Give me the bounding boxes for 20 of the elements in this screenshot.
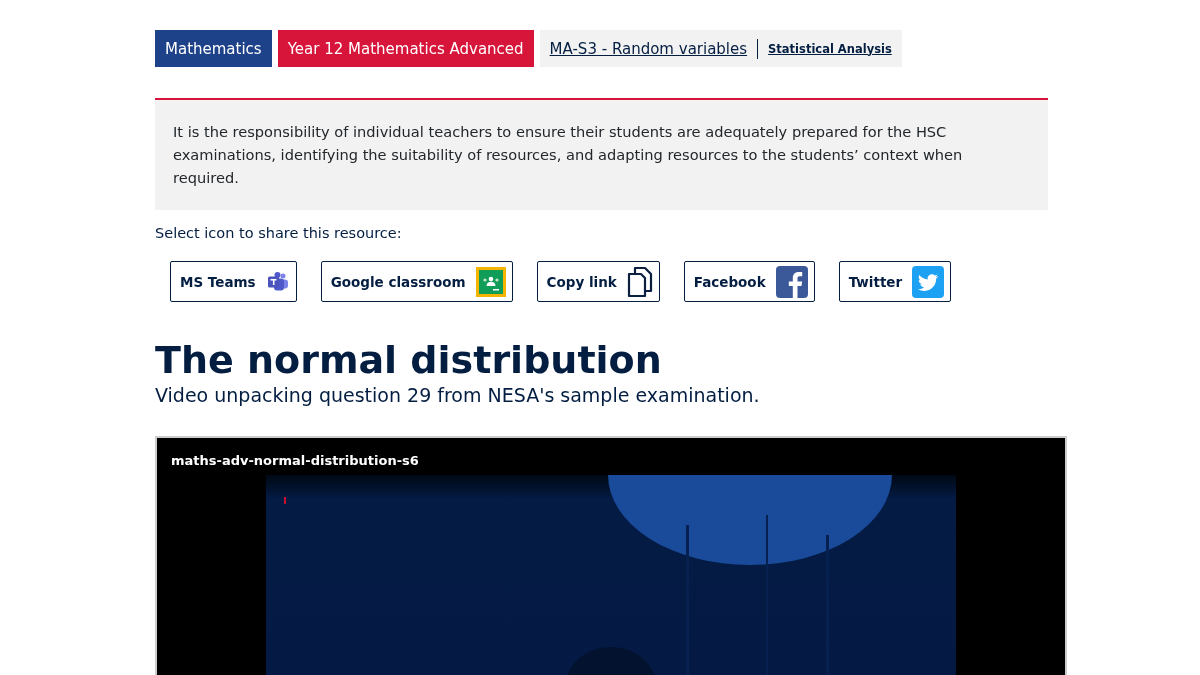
video-title: maths-adv-normal-distribution-s6 (170, 452, 419, 470)
classroom-icon (475, 266, 506, 297)
share-button[interactable]: Twitter (838, 261, 952, 302)
page-subtitle: Video unpacking question 29 from NESA's sample examination. (155, 383, 761, 408)
share-button[interactable]: Facebook (683, 261, 815, 302)
share-button[interactable]: Copy link (536, 261, 660, 302)
topic-link[interactable]: MA-S3 - Random variables (549, 39, 748, 58)
page-heading: The normal distribution (155, 338, 663, 382)
share-button[interactable]: Google classroom (320, 261, 513, 302)
notice-text: It is the responsibility of individual teachers to ensure their students are adequately prepared for the HSC examinations, identifying the suitability of resources, and adapting resources to the students’ context when required. (155, 100, 1048, 210)
subject-link[interactable]: Mathematics (155, 30, 272, 67)
teams-icon (265, 269, 290, 294)
facebook-icon (775, 265, 808, 298)
share-button[interactable]: MS Teams (170, 261, 297, 302)
copy-icon (626, 265, 653, 298)
subtopic-link[interactable]: Statistical Analysis (768, 41, 892, 56)
video-player[interactable]: maths-adv-normal-distribution-s6 (155, 436, 1067, 675)
twitter-icon (912, 265, 945, 298)
share-label: Select icon to share this resource: (155, 225, 403, 241)
course-link[interactable]: Year 12 Mathematics Advanced (277, 30, 534, 67)
